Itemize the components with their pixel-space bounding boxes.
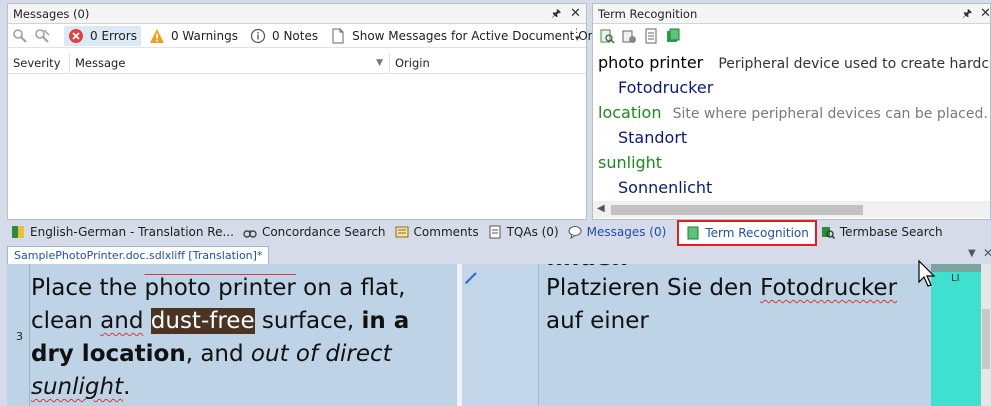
tab-label: TQAs (0) bbox=[506, 225, 559, 239]
active-document-filter[interactable]: Show Messages for Active Document Only bbox=[330, 28, 606, 44]
warning-icon bbox=[149, 28, 165, 44]
pin-icon[interactable]: 🖈︎ bbox=[551, 4, 561, 24]
source-text-3 bbox=[143, 308, 150, 334]
column-severity[interactable]: Severity bbox=[8, 53, 70, 74]
term-entry-target[interactable]: Standort bbox=[618, 128, 687, 147]
segment-status-bar bbox=[931, 264, 981, 406]
tab-concordance-search[interactable]: Concordance Search bbox=[239, 221, 391, 243]
notes-filter[interactable]: 0 Notes bbox=[250, 28, 318, 44]
term-recognition-icon bbox=[685, 225, 701, 241]
toolbar-overflow-icon[interactable]: : ▾ bbox=[575, 27, 580, 44]
tab-term-recognition[interactable]: Term Recognition bbox=[677, 220, 817, 246]
warnings-label: 0 Warnings bbox=[170, 28, 238, 43]
tab-label: Comments bbox=[413, 225, 479, 239]
term-entry-source[interactable]: photo printer Peripheral device used to … bbox=[598, 53, 991, 72]
mouse-cursor-icon bbox=[918, 259, 936, 291]
chevron-down-icon: ▼ bbox=[376, 58, 383, 68]
close-icon[interactable]: ✕ bbox=[980, 4, 990, 24]
tab-label: Termbase Search bbox=[839, 225, 943, 239]
term-panel-title-bar: Term Recognition 🖈︎ ✕ bbox=[593, 4, 990, 24]
source-segment[interactable]: Place the photo printer on a flat, clean… bbox=[31, 272, 451, 404]
clear-filter-icon[interactable] bbox=[34, 28, 50, 44]
source-term-photo-printer: photo printer bbox=[144, 275, 296, 301]
source-term-sunlight: sunlight bbox=[31, 374, 124, 400]
scroll-left-arrow-icon[interactable]: ◀ bbox=[597, 203, 605, 214]
document-icon bbox=[330, 28, 346, 44]
tab-translation-results[interactable]: English-German - Translation Re... bbox=[7, 221, 239, 243]
column-message-label: Message bbox=[75, 56, 126, 70]
messages-panel-title: Messages (0) bbox=[13, 7, 90, 21]
tab-label: Term Recognition bbox=[705, 226, 809, 240]
target-segment[interactable]: Platzieren Sie den Fotodrucker auf einer bbox=[546, 272, 926, 338]
bottom-tab-bar: English-German - Translation Re... Conco… bbox=[7, 220, 991, 246]
tab-label: English-German - Translation Re... bbox=[30, 225, 234, 239]
tab-messages[interactable]: Messages (0) bbox=[564, 221, 672, 243]
document-dropdown-icon[interactable]: ▼ bbox=[968, 248, 976, 259]
term-toolbar bbox=[593, 24, 990, 48]
concordance-search-icon bbox=[242, 224, 258, 240]
scrollbar-thumb[interactable] bbox=[611, 205, 863, 215]
termbase-add-icon[interactable] bbox=[621, 28, 637, 44]
segment-number: 3 bbox=[16, 330, 23, 343]
term-entry-target[interactable]: Sonnenlicht bbox=[618, 178, 712, 197]
source-text-4: surface, bbox=[254, 308, 362, 334]
translation-results-icon bbox=[10, 224, 26, 240]
messages-panel: Messages (0) 🖈︎ ✕ 0 Errors 0 Warnings 0 … bbox=[7, 3, 606, 220]
info-icon bbox=[250, 28, 266, 44]
messages-toolbar: 0 Errors 0 Warnings 0 Notes Show Message… bbox=[8, 24, 606, 48]
source-highlighted-dust-free: dust-free bbox=[150, 308, 255, 334]
status-stripe bbox=[931, 264, 981, 272]
vertical-scrollbar[interactable] bbox=[981, 264, 991, 406]
editor-grid: 3 Place the photo printer on a flat, cle… bbox=[7, 264, 991, 406]
find-icon[interactable] bbox=[12, 28, 28, 44]
source-text-5: , and bbox=[185, 341, 251, 367]
horizontal-scrollbar[interactable]: ◀ bbox=[593, 201, 990, 218]
source-text-1: Place the bbox=[31, 275, 145, 301]
term-description: Peripheral device used to create hardco bbox=[718, 56, 991, 72]
target-term-fotodrucker: Fotodrucker bbox=[760, 275, 898, 301]
source-text-and: and bbox=[100, 308, 144, 334]
warnings-filter[interactable]: 0 Warnings bbox=[149, 28, 238, 44]
active-document-label: Show Messages for Active Document Only bbox=[352, 28, 606, 43]
tab-label: Messages (0) bbox=[586, 225, 667, 239]
tqa-icon bbox=[487, 224, 503, 240]
term-entry-target[interactable]: Fotodrucker bbox=[618, 78, 713, 97]
vertical-scrollbar-thumb[interactable] bbox=[982, 309, 990, 369]
segment-status-label: LI bbox=[951, 273, 960, 284]
error-icon bbox=[68, 28, 84, 44]
term-entry-source[interactable]: location Site where peripheral devices c… bbox=[598, 103, 988, 122]
notes-label: 0 Notes bbox=[272, 28, 319, 43]
messages-icon bbox=[567, 224, 583, 240]
tab-termbase-search[interactable]: Termbase Search bbox=[817, 221, 948, 243]
term-panel-title: Term Recognition bbox=[598, 7, 698, 21]
messages-panel-title-bar: Messages (0) 🖈︎ ✕ bbox=[8, 4, 586, 24]
row-number-divider bbox=[29, 264, 30, 406]
term-description: Site where peripheral devices can be pla… bbox=[672, 106, 988, 122]
close-icon[interactable]: ✕ bbox=[570, 4, 581, 24]
term-source-text: photo printer bbox=[598, 53, 704, 72]
termbase-search-icon bbox=[820, 224, 836, 240]
term-recognition-panel: Term Recognition 🖈︎ ✕ photo printer Peri… bbox=[592, 3, 991, 220]
errors-filter[interactable]: 0 Errors bbox=[64, 25, 141, 46]
target-text-1: Platzieren Sie den bbox=[546, 275, 761, 301]
document-close-icon[interactable]: ✕ bbox=[983, 246, 991, 260]
term-source-text: location bbox=[598, 103, 662, 122]
column-message[interactable]: Message ▼ bbox=[70, 53, 390, 74]
comments-icon bbox=[394, 224, 410, 240]
termbase-search-icon[interactable] bbox=[599, 28, 615, 44]
errors-label: 0 Errors bbox=[90, 28, 137, 43]
document-tab[interactable]: SamplePhotoPrinter.doc.sdlxliff [Transla… bbox=[7, 246, 270, 264]
tab-comments[interactable]: Comments bbox=[391, 221, 484, 243]
source-text-6: . bbox=[123, 374, 131, 400]
source-italic: out of direct bbox=[250, 341, 392, 367]
target-text-2: auf einer bbox=[546, 308, 649, 334]
termbase-settings-icon[interactable] bbox=[643, 28, 659, 44]
term-entry-source[interactable]: sunlight bbox=[598, 153, 662, 172]
pin-icon[interactable]: 🖈︎ bbox=[962, 4, 972, 24]
termbase-open-icon[interactable] bbox=[665, 28, 681, 44]
tab-label: Concordance Search bbox=[261, 225, 386, 239]
tab-tqas[interactable]: TQAs (0) bbox=[484, 221, 564, 243]
column-origin[interactable]: Origin bbox=[390, 53, 586, 74]
pencil-edit-icon[interactable] bbox=[464, 271, 478, 288]
